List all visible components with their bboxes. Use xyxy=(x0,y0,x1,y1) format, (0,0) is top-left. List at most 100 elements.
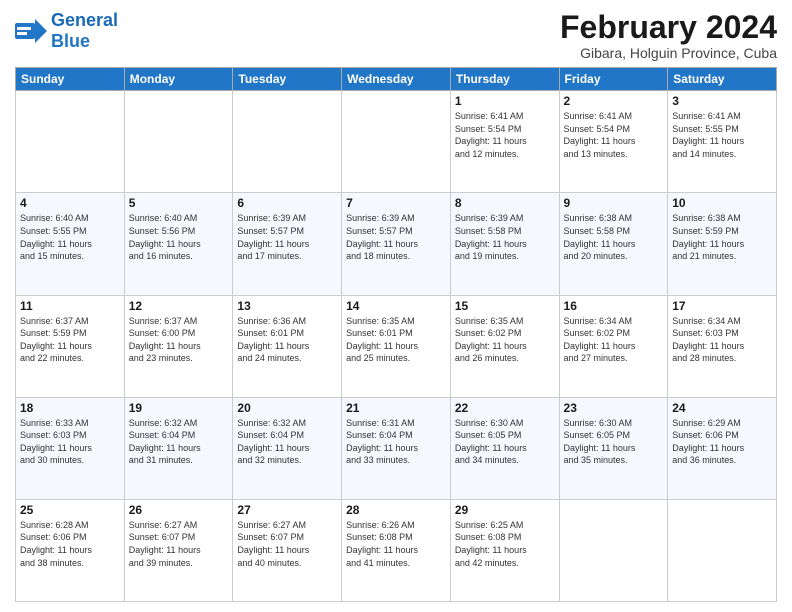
col-header-friday: Friday xyxy=(559,68,668,91)
calendar-cell: 9 Sunrise: 6:38 AM Sunset: 5:58 PM Daylig… xyxy=(559,193,668,295)
cell-info: Sunrise: 6:26 AM Sunset: 6:08 PM Dayligh… xyxy=(346,519,446,569)
calendar-cell: 25 Sunrise: 6:28 AM Sunset: 6:06 PM Dayli… xyxy=(16,499,125,601)
cell-info: Sunrise: 6:41 AM Sunset: 5:54 PM Dayligh… xyxy=(455,110,555,160)
calendar-cell: 4 Sunrise: 6:40 AM Sunset: 5:55 PM Daylig… xyxy=(16,193,125,295)
cell-info: Sunrise: 6:27 AM Sunset: 6:07 PM Dayligh… xyxy=(237,519,337,569)
day-number: 8 xyxy=(455,196,555,210)
day-number: 12 xyxy=(129,299,229,313)
col-header-tuesday: Tuesday xyxy=(233,68,342,91)
calendar-cell: 16Sunrise: 6:34 AM Sunset: 6:02 PM Dayli… xyxy=(559,295,668,397)
day-number: 10 xyxy=(672,196,772,210)
cell-info: Sunrise: 6:37 AM Sunset: 5:59 PM Dayligh… xyxy=(20,315,120,365)
day-number: 13 xyxy=(237,299,337,313)
cell-info: Sunrise: 6:38 AM Sunset: 5:58 PM Dayligh… xyxy=(564,212,664,262)
calendar-cell: 10 Sunrise: 6:38 AM Sunset: 5:59 PM Dayli… xyxy=(668,193,777,295)
col-header-sunday: Sunday xyxy=(16,68,125,91)
calendar-cell: 3 Sunrise: 6:41 AM Sunset: 5:55 PM Daylig… xyxy=(668,91,777,193)
week-row-5: 25 Sunrise: 6:28 AM Sunset: 6:06 PM Dayli… xyxy=(16,499,777,601)
cell-info: Sunrise: 6:40 AM Sunset: 5:55 PM Dayligh… xyxy=(20,212,120,262)
day-number: 17 xyxy=(672,299,772,313)
logo-text: General Blue xyxy=(51,10,118,52)
calendar-cell: 15Sunrise: 6:35 AM Sunset: 6:02 PM Dayli… xyxy=(450,295,559,397)
col-header-saturday: Saturday xyxy=(668,68,777,91)
col-header-monday: Monday xyxy=(124,68,233,91)
cell-info: Sunrise: 6:36 AM Sunset: 6:01 PM Dayligh… xyxy=(237,315,337,365)
calendar-cell: 13 Sunrise: 6:36 AM Sunset: 6:01 PM Dayli… xyxy=(233,295,342,397)
calendar-cell: 1Sunrise: 6:41 AM Sunset: 5:54 PM Daylig… xyxy=(450,91,559,193)
day-number: 4 xyxy=(20,196,120,210)
day-number: 29 xyxy=(455,503,555,517)
cell-info: Sunrise: 6:30 AM Sunset: 6:05 PM Dayligh… xyxy=(564,417,664,467)
location-title: Gibara, Holguin Province, Cuba xyxy=(560,45,777,61)
day-number: 5 xyxy=(129,196,229,210)
calendar-cell: 29 Sunrise: 6:25 AM Sunset: 6:08 PM Dayli… xyxy=(450,499,559,601)
cell-info: Sunrise: 6:41 AM Sunset: 5:55 PM Dayligh… xyxy=(672,110,772,160)
day-number: 23 xyxy=(564,401,664,415)
page: General Blue February 2024 Gibara, Holgu… xyxy=(0,0,792,612)
cell-info: Sunrise: 6:34 AM Sunset: 6:03 PM Dayligh… xyxy=(672,315,772,365)
calendar-cell: 27 Sunrise: 6:27 AM Sunset: 6:07 PM Dayli… xyxy=(233,499,342,601)
day-number: 9 xyxy=(564,196,664,210)
day-number: 26 xyxy=(129,503,229,517)
calendar-cell xyxy=(233,91,342,193)
title-block: February 2024 Gibara, Holguin Province, … xyxy=(560,10,777,61)
col-header-thursday: Thursday xyxy=(450,68,559,91)
cell-info: Sunrise: 6:39 AM Sunset: 5:57 PM Dayligh… xyxy=(237,212,337,262)
cell-info: Sunrise: 6:32 AM Sunset: 6:04 PM Dayligh… xyxy=(129,417,229,467)
cell-info: Sunrise: 6:33 AM Sunset: 6:03 PM Dayligh… xyxy=(20,417,120,467)
col-header-wednesday: Wednesday xyxy=(342,68,451,91)
week-row-3: 11Sunrise: 6:37 AM Sunset: 5:59 PM Dayli… xyxy=(16,295,777,397)
day-number: 2 xyxy=(564,94,664,108)
cell-info: Sunrise: 6:25 AM Sunset: 6:08 PM Dayligh… xyxy=(455,519,555,569)
cell-info: Sunrise: 6:32 AM Sunset: 6:04 PM Dayligh… xyxy=(237,417,337,467)
day-number: 3 xyxy=(672,94,772,108)
week-row-2: 4 Sunrise: 6:40 AM Sunset: 5:55 PM Daylig… xyxy=(16,193,777,295)
calendar-cell: 24 Sunrise: 6:29 AM Sunset: 6:06 PM Dayli… xyxy=(668,397,777,499)
day-number: 27 xyxy=(237,503,337,517)
day-number: 15 xyxy=(455,299,555,313)
month-title: February 2024 xyxy=(560,10,777,45)
logo-icon xyxy=(15,19,47,43)
calendar-cell: 7Sunrise: 6:39 AM Sunset: 5:57 PM Daylig… xyxy=(342,193,451,295)
calendar-cell: 14Sunrise: 6:35 AM Sunset: 6:01 PM Dayli… xyxy=(342,295,451,397)
calendar-cell: 19 Sunrise: 6:32 AM Sunset: 6:04 PM Dayli… xyxy=(124,397,233,499)
cell-info: Sunrise: 6:29 AM Sunset: 6:06 PM Dayligh… xyxy=(672,417,772,467)
day-number: 7 xyxy=(346,196,446,210)
day-number: 22 xyxy=(455,401,555,415)
cell-info: Sunrise: 6:30 AM Sunset: 6:05 PM Dayligh… xyxy=(455,417,555,467)
day-number: 25 xyxy=(20,503,120,517)
header: General Blue February 2024 Gibara, Holgu… xyxy=(15,10,777,61)
calendar-cell: 23 Sunrise: 6:30 AM Sunset: 6:05 PM Dayli… xyxy=(559,397,668,499)
calendar-cell: 6 Sunrise: 6:39 AM Sunset: 5:57 PM Daylig… xyxy=(233,193,342,295)
cell-info: Sunrise: 6:37 AM Sunset: 6:00 PM Dayligh… xyxy=(129,315,229,365)
cell-info: Sunrise: 6:27 AM Sunset: 6:07 PM Dayligh… xyxy=(129,519,229,569)
calendar-cell: 22 Sunrise: 6:30 AM Sunset: 6:05 PM Dayli… xyxy=(450,397,559,499)
cell-info: Sunrise: 6:41 AM Sunset: 5:54 PM Dayligh… xyxy=(564,110,664,160)
day-number: 20 xyxy=(237,401,337,415)
logo: General Blue xyxy=(15,10,118,52)
cell-info: Sunrise: 6:39 AM Sunset: 5:58 PM Dayligh… xyxy=(455,212,555,262)
week-row-4: 18 Sunrise: 6:33 AM Sunset: 6:03 PM Dayli… xyxy=(16,397,777,499)
day-number: 6 xyxy=(237,196,337,210)
calendar-cell: 2 Sunrise: 6:41 AM Sunset: 5:54 PM Daylig… xyxy=(559,91,668,193)
day-number: 14 xyxy=(346,299,446,313)
day-number: 19 xyxy=(129,401,229,415)
day-number: 16 xyxy=(564,299,664,313)
cell-info: Sunrise: 6:28 AM Sunset: 6:06 PM Dayligh… xyxy=(20,519,120,569)
calendar-cell xyxy=(668,499,777,601)
cell-info: Sunrise: 6:40 AM Sunset: 5:56 PM Dayligh… xyxy=(129,212,229,262)
calendar-cell: 17 Sunrise: 6:34 AM Sunset: 6:03 PM Dayli… xyxy=(668,295,777,397)
calendar-cell xyxy=(124,91,233,193)
calendar-cell: 28Sunrise: 6:26 AM Sunset: 6:08 PM Dayli… xyxy=(342,499,451,601)
calendar-cell xyxy=(16,91,125,193)
calendar-cell: 12 Sunrise: 6:37 AM Sunset: 6:00 PM Dayli… xyxy=(124,295,233,397)
calendar-cell: 5 Sunrise: 6:40 AM Sunset: 5:56 PM Daylig… xyxy=(124,193,233,295)
calendar-cell: 21Sunrise: 6:31 AM Sunset: 6:04 PM Dayli… xyxy=(342,397,451,499)
cell-info: Sunrise: 6:38 AM Sunset: 5:59 PM Dayligh… xyxy=(672,212,772,262)
day-number: 24 xyxy=(672,401,772,415)
calendar-cell xyxy=(559,499,668,601)
calendar-cell xyxy=(342,91,451,193)
cell-info: Sunrise: 6:31 AM Sunset: 6:04 PM Dayligh… xyxy=(346,417,446,467)
day-number: 18 xyxy=(20,401,120,415)
calendar-cell: 11Sunrise: 6:37 AM Sunset: 5:59 PM Dayli… xyxy=(16,295,125,397)
